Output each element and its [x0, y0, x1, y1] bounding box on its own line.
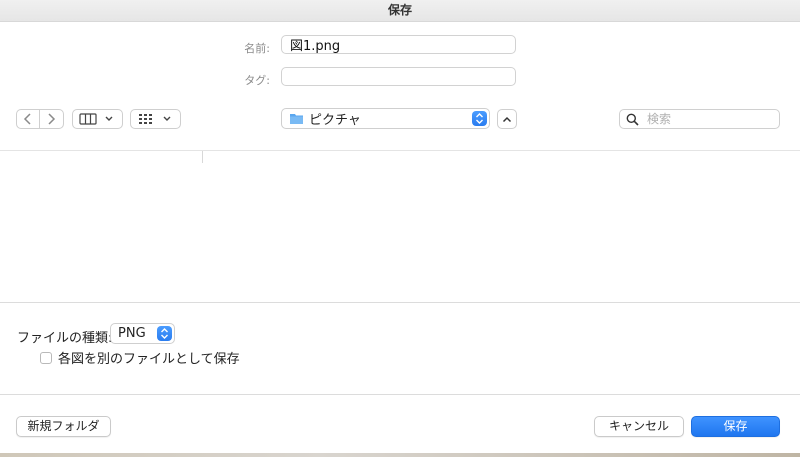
expand-button[interactable] [497, 109, 517, 129]
desktop-edge [0, 453, 800, 457]
back-button[interactable] [17, 110, 39, 128]
chevron-right-icon [46, 113, 56, 125]
search-input[interactable] [645, 111, 769, 127]
chevron-up-icon [502, 116, 512, 123]
column-view-button[interactable] [72, 109, 123, 129]
save-button[interactable]: 保存 [691, 416, 780, 437]
save-options: ファイルの種類: PNG 各図を別のファイルとして保存 [0, 302, 800, 394]
columns-view-icon [79, 113, 97, 125]
folder-icon [289, 112, 304, 125]
separate-files-label: 各図を別のファイルとして保存 [58, 352, 240, 367]
file-type-value: PNG [118, 326, 146, 341]
window-title: 保存 [0, 0, 800, 22]
grid-view-button[interactable] [130, 109, 181, 129]
grid-view-icon [137, 113, 155, 125]
tags-label: タグ: [244, 74, 270, 87]
top-area: 名前: タグ: [0, 22, 800, 150]
chevron-down-icon [163, 116, 171, 122]
magnifier-icon [626, 113, 639, 126]
dialog-footer: 新規フォルダ キャンセル 保存 [0, 394, 800, 457]
name-label: 名前: [244, 42, 270, 55]
separate-files-checkbox[interactable] [40, 351, 52, 364]
search-field[interactable] [619, 109, 780, 129]
column-divider[interactable] [202, 151, 203, 163]
save-dialog: 保存 名前: タグ: [0, 0, 800, 457]
new-folder-button[interactable]: 新規フォルダ [16, 416, 111, 437]
navigation-buttons [16, 109, 64, 129]
location-popup[interactable]: ピクチャ [281, 108, 490, 129]
forward-button[interactable] [39, 110, 62, 128]
chevron-down-icon [105, 116, 113, 122]
tags-input[interactable] [281, 67, 516, 86]
popup-arrows-icon [472, 111, 487, 126]
popup-arrows-icon [157, 326, 172, 341]
name-input[interactable] [281, 35, 516, 54]
chevron-left-icon [23, 113, 33, 125]
separate-files-option[interactable]: 各図を別のファイルとして保存 [40, 348, 240, 367]
file-type-popup[interactable]: PNG [110, 323, 175, 344]
file-browser[interactable] [0, 150, 800, 302]
cancel-button[interactable]: キャンセル [594, 416, 684, 437]
file-type-label: ファイルの種類: [17, 331, 113, 346]
location-label: ピクチャ [309, 113, 361, 128]
